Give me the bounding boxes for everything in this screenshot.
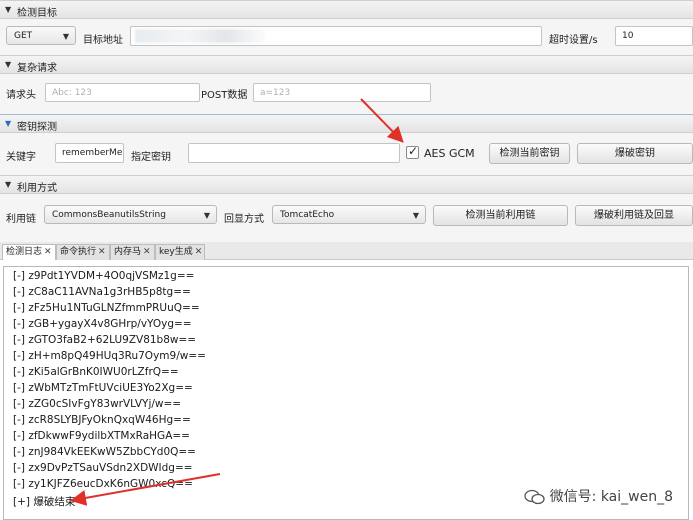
section-title: 利用方式: [17, 183, 57, 194]
complex-row: 请求头 Abc: 123 POST数据 a=123: [0, 74, 693, 114]
aes-gcm-checkbox[interactable]: ✓: [406, 144, 419, 159]
log-line: [-] zcR8SLYBJFyOknQxqW46Hg==: [13, 414, 191, 426]
checkmark-icon: ✓: [408, 144, 419, 158]
detect-chain-button[interactable]: 检测当前利用链: [433, 205, 568, 226]
collapse-triangle-icon[interactable]: ▼: [5, 119, 11, 128]
headers-label: 请求头: [6, 90, 36, 101]
brute-key-button[interactable]: 爆破密钥: [577, 143, 693, 164]
chain-label: 利用链: [6, 214, 36, 225]
close-icon[interactable]: ✕: [98, 247, 106, 257]
section-header-target[interactable]: ▼ 检测目标: [0, 0, 693, 19]
keyword-input[interactable]: rememberMe: [55, 143, 124, 163]
tab-key-gen[interactable]: key生成 ✕: [155, 244, 205, 260]
url-input[interactable]: [130, 26, 542, 46]
log-line: [-] zGB+ygayX4v8GHrp/vYOyg==: [13, 318, 192, 330]
log-line: [-] zy1KJFZ6eucDxK6nGW0xcQ==: [13, 478, 193, 490]
method-select[interactable]: GET ▼: [6, 26, 76, 45]
chain-select[interactable]: CommonsBeanutilsString ▼: [44, 205, 217, 224]
timeout-label: 超时设置/s: [549, 35, 598, 46]
tab-detect-log[interactable]: 检测日志 ✕: [2, 244, 56, 260]
watermark: 微信号: kai_wen_8: [524, 486, 673, 506]
post-data-label: POST数据: [201, 90, 248, 101]
watermark-text: 微信号: kai_wen_8: [549, 489, 673, 505]
url-label: 目标地址: [83, 35, 123, 46]
section-title: 检测目标: [17, 8, 57, 19]
log-line: [-] zZG0cSIvFgY83wrVLVYj/w==: [13, 398, 182, 410]
log-line: [-] zC8aC11AVNa1g3rHB5p8tg==: [13, 286, 191, 298]
log-line: [-] zH+m8pQ49HUq3Ru7Oym9/w==: [13, 350, 206, 362]
collapse-triangle-icon[interactable]: ▼: [5, 5, 11, 14]
section-header-key[interactable]: ▼ 密钥探测: [0, 114, 693, 133]
collapse-triangle-icon[interactable]: ▼: [5, 180, 11, 189]
echo-label: 回显方式: [224, 214, 264, 225]
blurred-url-mask: [135, 29, 265, 43]
log-line: [-] zFz5Hu1NTuGLNZfmmPRUuQ==: [13, 302, 200, 314]
log-line: [-] z9Pdt1YVDM+4O0qjVSMz1g==: [13, 270, 195, 282]
log-textarea[interactable]: [-] z9Pdt1YVDM+4O0qjVSMz1g== [-] zC8aC11…: [3, 266, 689, 520]
timeout-input[interactable]: 10: [615, 26, 693, 46]
headers-input[interactable]: Abc: 123: [45, 83, 200, 102]
tab-bar: 检测日志 ✕ 命令执行 ✕ 内存马 ✕ key生成 ✕: [0, 242, 693, 260]
section-header-complex[interactable]: ▼ 复杂请求: [0, 55, 693, 74]
log-line: [-] zfDkwwF9ydilbXTMxRaHGA==: [13, 430, 190, 442]
close-icon[interactable]: ✕: [143, 247, 151, 257]
target-row: GET ▼ 目标地址 超时设置/s 10: [0, 19, 693, 55]
log-line: [-] znJ984VkEEKwW5ZbbCYd0Q==: [13, 446, 196, 458]
keyword-label: 关键字: [6, 152, 36, 163]
detect-key-button[interactable]: 检测当前密钥: [489, 143, 570, 164]
wechat-icon: [524, 489, 545, 505]
chevron-down-icon: ▼: [62, 32, 69, 41]
close-icon[interactable]: ✕: [195, 247, 203, 257]
aes-gcm-label[interactable]: AES GCM: [424, 147, 475, 160]
log-line: [-] zWbMTzTmFtUVciUE3Yo2Xg==: [13, 382, 193, 394]
tab-memshell[interactable]: 内存马 ✕: [110, 244, 155, 260]
chevron-down-icon: ▼: [203, 211, 210, 220]
brute-chain-button[interactable]: 爆破利用链及回显: [575, 205, 693, 226]
post-data-input[interactable]: a=123: [253, 83, 431, 102]
section-title: 复杂请求: [17, 63, 57, 74]
chevron-down-icon: ▼: [412, 211, 419, 220]
specify-key-label: 指定密钥: [131, 152, 171, 163]
tab-command-exec[interactable]: 命令执行 ✕: [56, 244, 110, 260]
log-line: [-] zx9DvPzTSauVSdn2XDWIdg==: [13, 462, 193, 474]
log-line: [-] zKi5alGrBnK0IWU0rLZfrQ==: [13, 366, 179, 378]
key-row: 关键字 rememberMe 指定密钥 ✓ AES GCM 检测当前密钥 爆破密…: [0, 133, 693, 175]
log-line: [-] zGTO3faB2+62LU9ZV81b8w==: [13, 334, 197, 346]
section-header-exploit[interactable]: ▼ 利用方式: [0, 175, 693, 194]
specify-key-input[interactable]: [188, 143, 400, 163]
collapse-triangle-icon[interactable]: ▼: [5, 60, 11, 69]
echo-select[interactable]: TomcatEcho ▼: [272, 205, 426, 224]
close-icon[interactable]: ✕: [44, 247, 52, 257]
log-line-result: [+] 爆破结束: [13, 496, 76, 508]
exploit-row: 利用链 CommonsBeanutilsString ▼ 回显方式 Tomcat…: [0, 194, 693, 242]
section-title: 密钥探测: [17, 122, 57, 133]
